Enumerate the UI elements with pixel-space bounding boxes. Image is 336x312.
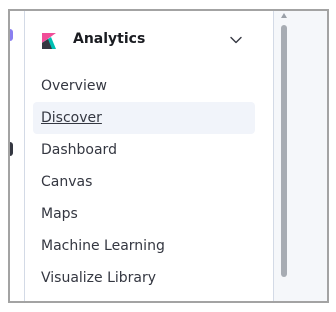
scroll-up-arrow-icon[interactable] [281, 13, 287, 18]
nav-item-discover[interactable]: Discover [33, 102, 255, 134]
nav-panel: Analytics Overview Discover Dashboard Ca… [25, 11, 287, 301]
nav-item-maps[interactable]: Maps [33, 198, 255, 230]
nav-item-visualize-library[interactable]: Visualize Library [33, 262, 255, 294]
chevron-down-icon[interactable] [229, 33, 243, 47]
strip-marker [10, 142, 13, 156]
scrollbar[interactable] [280, 11, 288, 301]
nav-item-label: Discover [41, 110, 102, 126]
nav-item-label: Dashboard [41, 142, 117, 158]
collapsed-nav-strip [10, 11, 25, 301]
navigation-flyout: Analytics Overview Discover Dashboard Ca… [8, 9, 329, 303]
nav-item-canvas[interactable]: Canvas [33, 166, 255, 198]
nav-item-overview[interactable]: Overview [33, 70, 255, 102]
nav-item-machine-learning[interactable]: Machine Learning [33, 230, 255, 262]
nav-item-label: Maps [41, 206, 78, 222]
scrollbar-thumb[interactable] [281, 25, 287, 277]
kibana-logo-icon [42, 33, 56, 49]
nav-item-label: Machine Learning [41, 238, 165, 254]
strip-accent-marker [10, 29, 13, 41]
nav-item-label: Overview [41, 78, 107, 94]
nav-list: Overview Discover Dashboard Canvas Maps … [33, 70, 255, 294]
nav-item-label: Visualize Library [41, 270, 157, 286]
analytics-group-header[interactable]: Analytics [25, 11, 265, 69]
nav-item-label: Canvas [41, 174, 93, 190]
nav-item-dashboard[interactable]: Dashboard [33, 134, 255, 166]
group-title: Analytics [73, 31, 146, 47]
